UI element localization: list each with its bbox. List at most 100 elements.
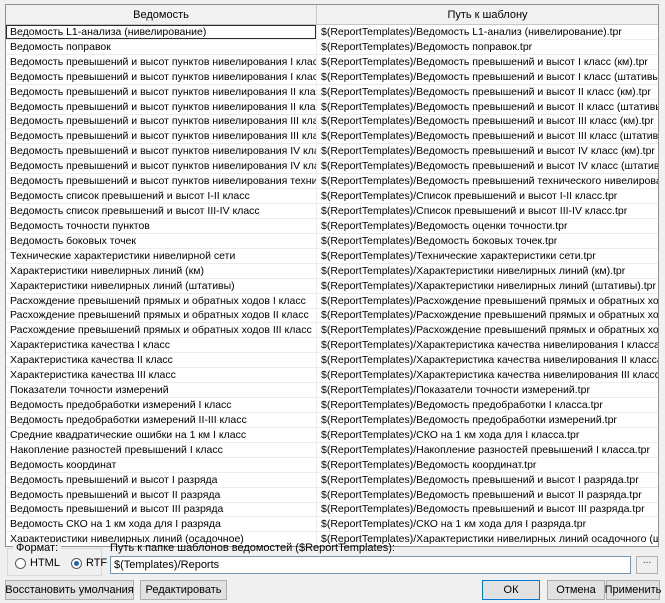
- report-name-cell[interactable]: Ведомость превышений и высот пунктов нив…: [6, 159, 317, 173]
- report-name-cell[interactable]: Характеристика качества I класс: [6, 338, 317, 352]
- template-path-cell[interactable]: $(ReportTemplates)/Ведомость превышений …: [317, 174, 658, 188]
- report-name-cell[interactable]: Ведомость L1-анализа (нивелирование): [6, 25, 317, 39]
- table-row[interactable]: Ведомость превышений и высот пунктов нив…: [6, 159, 658, 174]
- edit-button[interactable]: Редактировать: [140, 580, 227, 600]
- report-name-cell[interactable]: Ведомость координат: [6, 458, 317, 472]
- radio-rtf[interactable]: RTF: [71, 557, 107, 569]
- template-path-cell[interactable]: $(ReportTemplates)/Ведомость превышений …: [317, 70, 658, 84]
- table-row[interactable]: Ведомость превышений и высот пунктов нив…: [6, 144, 658, 159]
- table-row[interactable]: Расхождение превышений прямых и обратных…: [6, 294, 658, 309]
- report-name-cell[interactable]: Ведомость поправок: [6, 40, 317, 54]
- table-row[interactable]: Характеристика качества II класс $(Repor…: [6, 353, 658, 368]
- template-path-cell[interactable]: $(ReportTemplates)/Характеристика качест…: [317, 353, 658, 367]
- table-row[interactable]: Характеристики нивелирных линий (км) $(R…: [6, 264, 658, 279]
- table-row[interactable]: Ведомость боковых точек $(ReportTemplate…: [6, 234, 658, 249]
- report-name-cell[interactable]: Характеристики нивелирных линий (км): [6, 264, 317, 278]
- template-path-cell[interactable]: $(ReportTemplates)/СКО на 1 км хода для …: [317, 517, 658, 531]
- table-row[interactable]: Расхождение превышений прямых и обратных…: [6, 309, 658, 324]
- table-row[interactable]: Показатели точности измерений $(ReportTe…: [6, 383, 658, 398]
- template-path-cell[interactable]: $(ReportTemplates)/Характеристика качест…: [317, 368, 658, 382]
- table-row[interactable]: Ведомость список превышений и высот III-…: [6, 204, 658, 219]
- report-name-cell[interactable]: Ведомость превышений и высот пунктов нив…: [6, 129, 317, 143]
- template-path-cell[interactable]: $(ReportTemplates)/Ведомость превышений …: [317, 129, 658, 143]
- report-name-cell[interactable]: Ведомость превышений и высот пунктов нив…: [6, 174, 317, 188]
- table-row[interactable]: Ведомость поправок $(ReportTemplates)/Ве…: [6, 40, 658, 55]
- table-row[interactable]: Ведомость превышений и высот II разряда …: [6, 488, 658, 503]
- report-name-cell[interactable]: Ведомость превышений и высот пунктов нив…: [6, 55, 317, 69]
- table-row[interactable]: Ведомость точности пунктов $(ReportTempl…: [6, 219, 658, 234]
- report-name-cell[interactable]: Ведомость предобработки измерений II-III…: [6, 413, 317, 427]
- table-row[interactable]: Накопление разностей превышений I класс …: [6, 443, 658, 458]
- template-path-cell[interactable]: $(ReportTemplates)/Ведомость координат.t…: [317, 458, 658, 472]
- report-name-cell[interactable]: Ведомость список превышений и высот I-II…: [6, 189, 317, 203]
- table-row[interactable]: Ведомость превышений и высот пунктов нив…: [6, 129, 658, 144]
- table-row[interactable]: Ведомость превышений и высот пунктов нив…: [6, 55, 658, 70]
- radio-button-icon[interactable]: [71, 558, 82, 569]
- report-name-cell[interactable]: Ведомость превышений и высот пунктов нив…: [6, 70, 317, 84]
- report-name-cell[interactable]: Ведомость превышений и высот III разряда: [6, 503, 317, 517]
- template-path-cell[interactable]: $(ReportTemplates)/Ведомость L1-анализ (…: [317, 25, 658, 39]
- apply-button[interactable]: Применить: [606, 580, 660, 600]
- template-path-cell[interactable]: $(ReportTemplates)/Технические характери…: [317, 249, 658, 263]
- table-row[interactable]: Средние квадратические ошибки на 1 км I …: [6, 428, 658, 443]
- template-path-cell[interactable]: $(ReportTemplates)/Ведомость предобработ…: [317, 413, 658, 427]
- report-name-cell[interactable]: Ведомость превышений и высот I разряда: [6, 473, 317, 487]
- template-path-cell[interactable]: $(ReportTemplates)/Показатели точности и…: [317, 383, 658, 397]
- column-header-report[interactable]: Ведомость: [6, 5, 317, 24]
- template-path-cell[interactable]: $(ReportTemplates)/Ведомость превышений …: [317, 473, 658, 487]
- table-row[interactable]: Ведомость предобработки измерений I клас…: [6, 398, 658, 413]
- template-path-cell[interactable]: $(ReportTemplates)/Список превышений и в…: [317, 189, 658, 203]
- cancel-button[interactable]: Отмена: [547, 580, 605, 600]
- report-name-cell[interactable]: Ведомость боковых точек: [6, 234, 317, 248]
- template-path-cell[interactable]: $(ReportTemplates)/Ведомость превышений …: [317, 100, 658, 114]
- report-name-cell[interactable]: Ведомость список превышений и высот III-…: [6, 204, 317, 218]
- table-row[interactable]: Ведомость превышений и высот пунктов нив…: [6, 70, 658, 85]
- template-path-cell[interactable]: $(ReportTemplates)/Список превышений и в…: [317, 204, 658, 218]
- report-name-cell[interactable]: Ведомость предобработки измерений I клас…: [6, 398, 317, 412]
- report-name-cell[interactable]: Ведомость превышений и высот пунктов нив…: [6, 85, 317, 99]
- report-name-cell[interactable]: Показатели точности измерений: [6, 383, 317, 397]
- table-row[interactable]: Ведомость координат $(ReportTemplates)/В…: [6, 458, 658, 473]
- report-name-cell[interactable]: Ведомость превышений и высот пунктов нив…: [6, 115, 317, 129]
- table-row[interactable]: Ведомость превышений и высот пунктов нив…: [6, 85, 658, 100]
- table-row[interactable]: Ведомость превышений и высот III разряда…: [6, 503, 658, 518]
- template-path-cell[interactable]: $(ReportTemplates)/Ведомость поправок.tp…: [317, 40, 658, 54]
- table-row[interactable]: Характеристика качества I класс $(Report…: [6, 338, 658, 353]
- template-path-cell[interactable]: $(ReportTemplates)/Ведомость боковых точ…: [317, 234, 658, 248]
- template-path-cell[interactable]: $(ReportTemplates)/Ведомость превышений …: [317, 85, 658, 99]
- report-name-cell[interactable]: Расхождение превышений прямых и обратных…: [6, 323, 317, 337]
- table-row[interactable]: Расхождение превышений прямых и обратных…: [6, 323, 658, 338]
- template-path-cell[interactable]: $(ReportTemplates)/Ведомость оценки точн…: [317, 219, 658, 233]
- table-row[interactable]: Ведомость превышений и высот пунктов нив…: [6, 174, 658, 189]
- report-name-cell[interactable]: Ведомость превышений и высот пунктов нив…: [6, 144, 317, 158]
- table-row[interactable]: Ведомость предобработки измерений II-III…: [6, 413, 658, 428]
- report-name-cell[interactable]: Ведомость превышений и высот пунктов нив…: [6, 100, 317, 114]
- template-path-cell[interactable]: $(ReportTemplates)/Ведомость превышений …: [317, 115, 658, 129]
- template-path-cell[interactable]: $(ReportTemplates)/Характеристика качест…: [317, 338, 658, 352]
- template-path-cell[interactable]: $(ReportTemplates)/Ведомость превышений …: [317, 55, 658, 69]
- table-row[interactable]: Ведомость превышений и высот пунктов нив…: [6, 100, 658, 115]
- report-name-cell[interactable]: Ведомость СКО на 1 км хода для I разряда: [6, 517, 317, 531]
- templates-path-input[interactable]: [110, 556, 631, 574]
- template-path-cell[interactable]: $(ReportTemplates)/Ведомость превышений …: [317, 159, 658, 173]
- table-row[interactable]: Ведомость СКО на 1 км хода для I разряда…: [6, 517, 658, 532]
- template-path-cell[interactable]: $(ReportTemplates)/Характеристики нивели…: [317, 264, 658, 278]
- restore-defaults-button[interactable]: Восстановить умолчания: [5, 580, 134, 600]
- template-path-cell[interactable]: $(ReportTemplates)/Ведомость превышений …: [317, 144, 658, 158]
- radio-button-icon[interactable]: [15, 558, 26, 569]
- report-name-cell[interactable]: Технические характеристики нивелирной се…: [6, 249, 317, 263]
- template-path-cell[interactable]: $(ReportTemplates)/Расхождение превышени…: [317, 323, 658, 337]
- report-name-cell[interactable]: Расхождение превышений прямых и обратных…: [6, 294, 317, 308]
- report-name-cell[interactable]: Накопление разностей превышений I класс: [6, 443, 317, 457]
- report-name-cell[interactable]: Характеристика качества II класс: [6, 353, 317, 367]
- browse-button[interactable]: ...: [636, 556, 658, 574]
- template-path-cell[interactable]: $(ReportTemplates)/Ведомость превышений …: [317, 488, 658, 502]
- template-path-cell[interactable]: $(ReportTemplates)/Ведомость предобработ…: [317, 398, 658, 412]
- report-name-cell[interactable]: Характеристики нивелирных линий (штативы…: [6, 279, 317, 293]
- radio-html[interactable]: HTML: [15, 557, 60, 569]
- template-path-cell[interactable]: $(ReportTemplates)/СКО на 1 км хода для …: [317, 428, 658, 442]
- template-path-cell[interactable]: $(ReportTemplates)/Расхождение превышени…: [317, 309, 658, 323]
- column-header-template-path[interactable]: Путь к шаблону: [317, 5, 658, 24]
- template-path-cell[interactable]: $(ReportTemplates)/Расхождение превышени…: [317, 294, 658, 308]
- table-row[interactable]: Характеристики нивелирных линий (штативы…: [6, 279, 658, 294]
